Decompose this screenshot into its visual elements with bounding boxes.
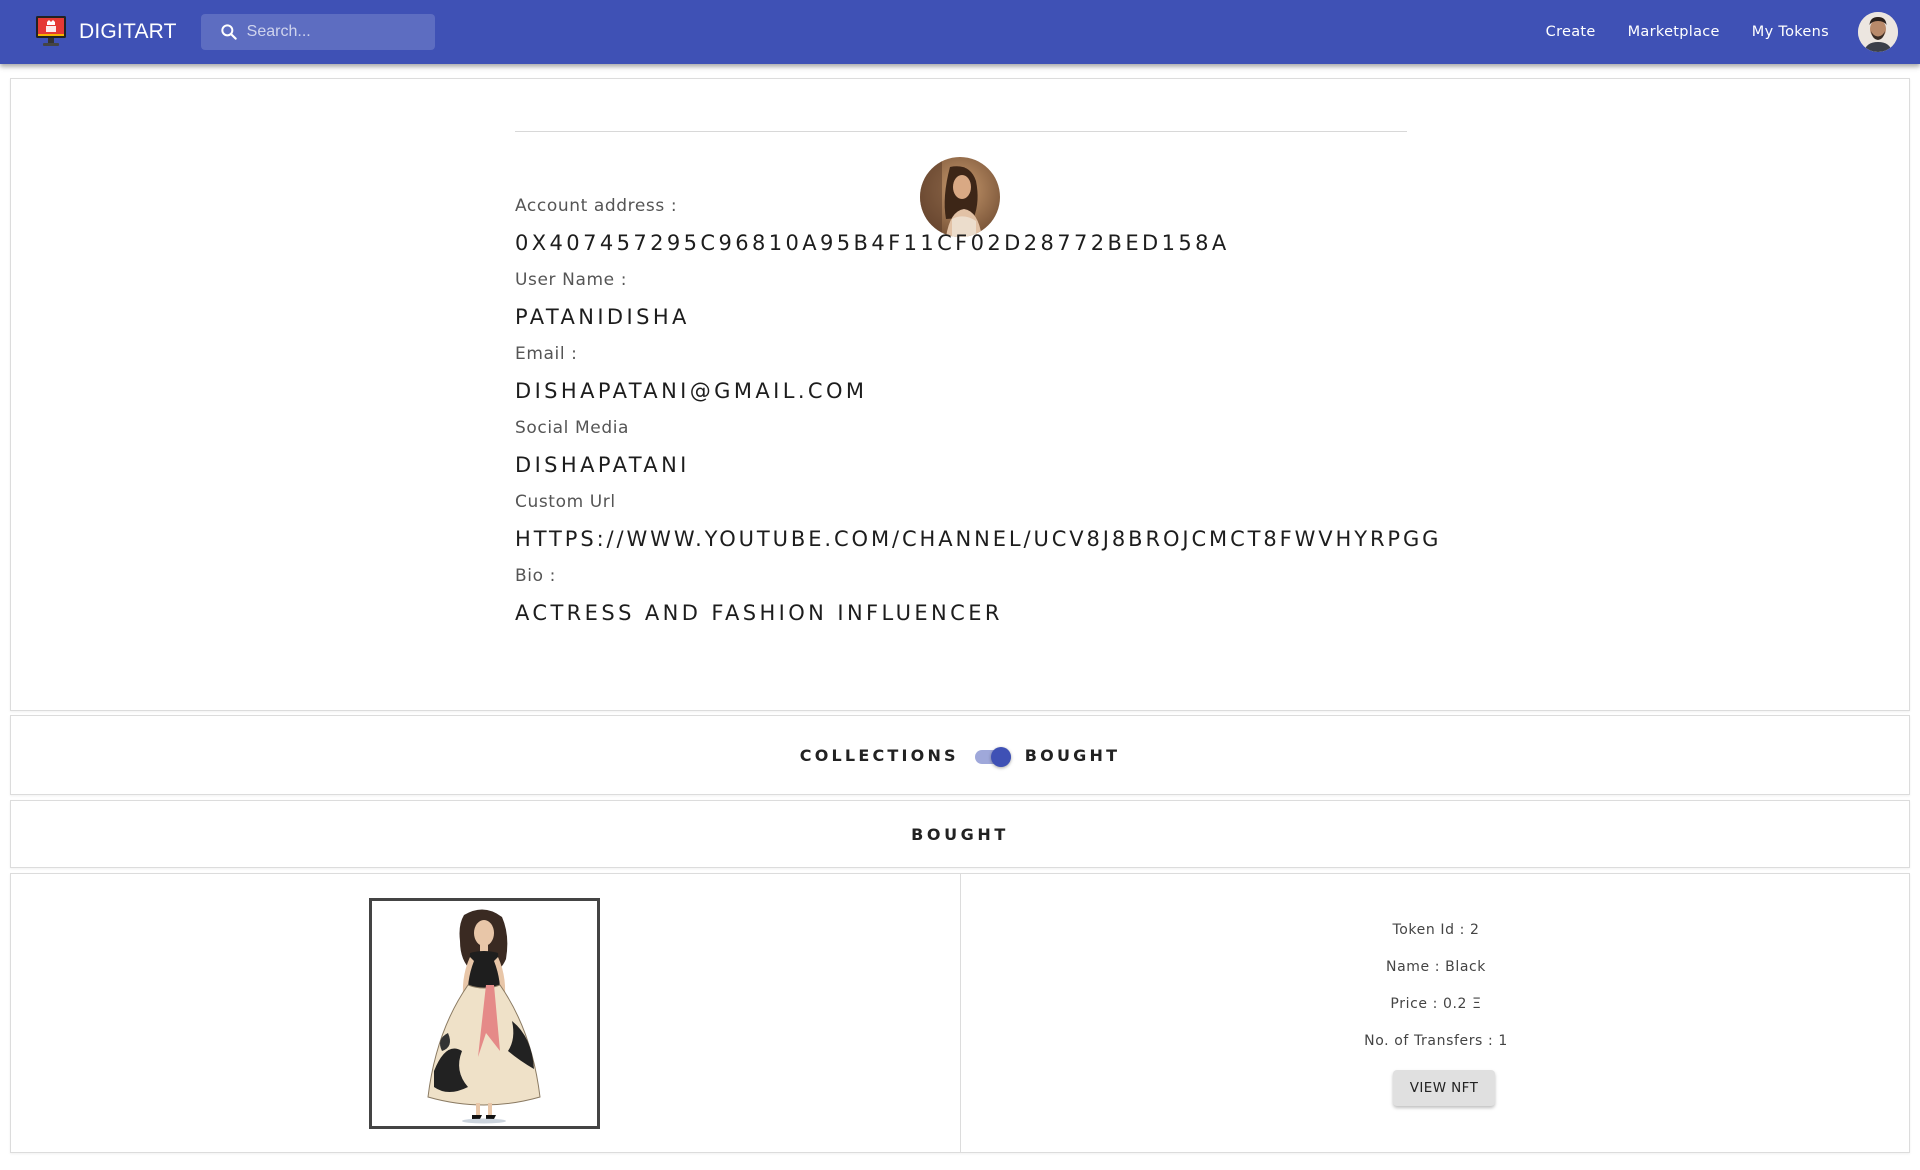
collections-bought-switch[interactable] [973, 745, 1013, 769]
custom-url-value: HTTPS://WWW.YOUTUBE.COM/CHANNEL/UCV8J8BR… [515, 527, 1442, 551]
nft-details: Token Id : 2 Name : Black Price : 0.2 Ξ … [961, 874, 1911, 1152]
search-icon [221, 24, 237, 40]
brand[interactable]: DIGITART [35, 15, 177, 49]
account-address-label: Account address : [515, 196, 678, 216]
bio-value: ACTRESS AND FASHION INFLUENCER [515, 601, 1003, 625]
user-name-value: PATANIDISHA [515, 305, 690, 329]
nft-item-card: Token Id : 2 Name : Black Price : 0.2 Ξ … [10, 873, 1910, 1153]
view-nft-button[interactable]: VIEW NFT [1393, 1070, 1495, 1106]
nft-price: Price : 0.2 Ξ [1390, 996, 1482, 1012]
account-address-value: 0X407457295C96810A95B4F11CF02D28772BED15… [515, 231, 1230, 255]
nft-name: Name : Black [1386, 959, 1486, 975]
monitor-logo-icon [36, 16, 66, 46]
section-heading-card: BOUGHT [10, 800, 1910, 868]
social-media-label: Social Media [515, 418, 630, 438]
bought-label: BOUGHT [1024, 745, 1121, 765]
divider [515, 131, 1407, 132]
app-bar: DIGITART Create Marketplace My Tokens [0, 0, 1920, 64]
section-heading: BOUGHT [911, 824, 1009, 844]
nft-transfers: No. of Transfers : 1 [1364, 1033, 1508, 1049]
bio-label: Bio : [515, 566, 556, 586]
nav-create[interactable]: Create [1546, 24, 1596, 40]
view-toggle-card: COLLECTIONS BOUGHT [10, 715, 1910, 795]
brand-name: DIGITART [79, 20, 177, 43]
user-name-label: User Name : [515, 270, 628, 290]
user-portrait-icon [1858, 12, 1898, 52]
search-box[interactable] [200, 14, 435, 50]
profile-portrait-icon [920, 157, 1000, 237]
profile-card: Account address : 0X407457295C96810A95B4… [10, 78, 1910, 711]
switch-thumb [990, 747, 1011, 767]
token-id: Token Id : 2 [1392, 922, 1480, 938]
nft-image[interactable] [369, 898, 600, 1129]
fashion-sketch-icon [372, 901, 597, 1126]
custom-url-label: Custom Url [515, 492, 616, 512]
social-media-value: DISHAPATANI [515, 453, 690, 477]
nav-marketplace[interactable]: Marketplace [1628, 24, 1720, 40]
collections-label: COLLECTIONS [799, 745, 959, 765]
email-value: DISHAPATANI@GMAIL.COM [515, 379, 868, 403]
search-input[interactable] [246, 23, 427, 41]
profile-avatar [920, 157, 1000, 237]
nav-my-tokens[interactable]: My Tokens [1752, 24, 1829, 40]
email-label: Email : [515, 344, 578, 364]
user-avatar[interactable] [1858, 12, 1898, 52]
top-nav: Create Marketplace My Tokens [1546, 12, 1920, 52]
